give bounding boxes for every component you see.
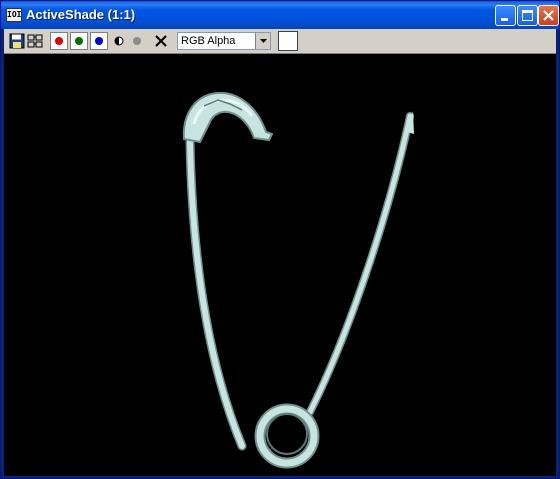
red-channel-button[interactable] (50, 32, 68, 50)
minimize-button[interactable] (495, 5, 516, 26)
title-bar[interactable]: IOI ActiveShade (1:1) (1, 1, 559, 29)
safety-pin-render (182, 92, 414, 469)
chevron-down-icon (260, 39, 267, 43)
clone-icon[interactable] (26, 32, 44, 50)
toolbar: RGB Alpha (4, 29, 556, 54)
blue-dot-icon (95, 37, 103, 45)
display-alpha-icon[interactable] (128, 32, 146, 50)
color-swatch[interactable] (278, 31, 298, 51)
maximize-button[interactable] (517, 5, 538, 26)
maximize-icon (522, 10, 533, 21)
monochrome-icon[interactable] (110, 32, 128, 50)
channel-select[interactable]: RGB Alpha (177, 32, 271, 50)
red-dot-icon (55, 37, 63, 45)
app-icon: IOI (6, 8, 22, 22)
channel-select-value: RGB Alpha (181, 35, 236, 47)
clear-icon[interactable] (152, 32, 170, 50)
save-icon[interactable] (8, 32, 26, 50)
close-icon (543, 10, 554, 21)
green-dot-icon (75, 37, 83, 45)
minimize-icon (501, 18, 508, 21)
window-title: ActiveShade (1:1) (26, 7, 136, 22)
activeshade-window: IOI ActiveShade (1:1) RGB Alpha (0, 0, 560, 479)
dropdown-arrow[interactable] (255, 33, 270, 49)
render-viewport[interactable] (4, 54, 556, 476)
blue-channel-button[interactable] (90, 32, 108, 50)
green-channel-button[interactable] (70, 32, 88, 50)
close-button[interactable] (538, 5, 559, 26)
